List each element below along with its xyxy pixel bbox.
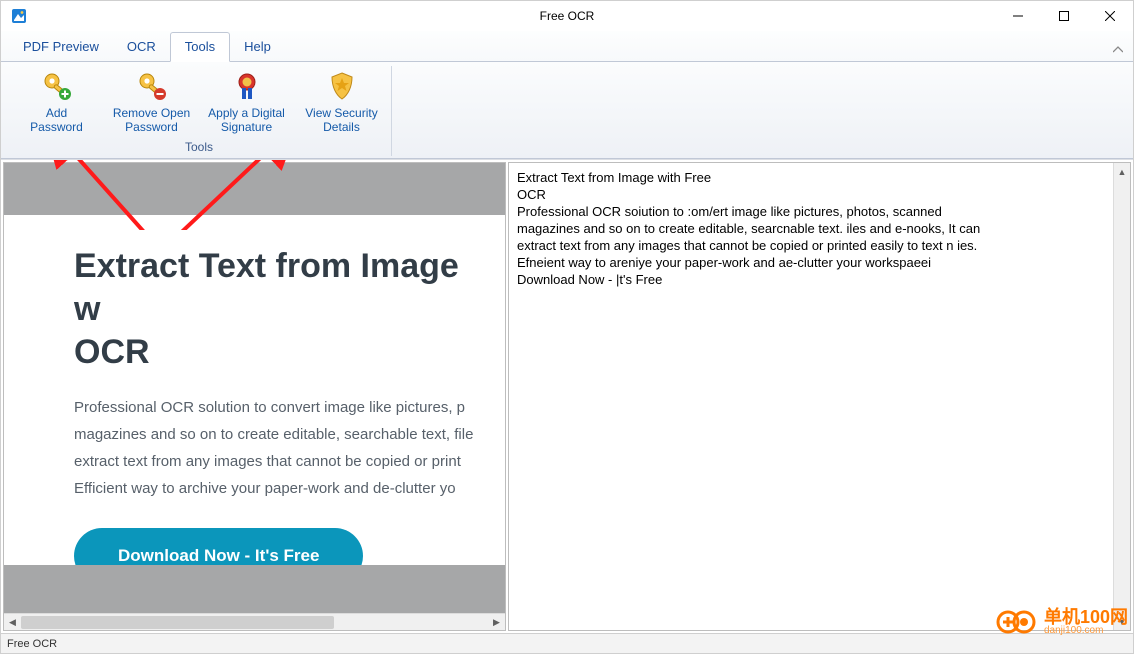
maximize-button[interactable] bbox=[1041, 1, 1087, 31]
content-area: Extract Text from Image wOCR Professiona… bbox=[1, 159, 1133, 633]
add-password-label-2: Password bbox=[30, 120, 83, 134]
remove-open-password-button[interactable]: Remove OpenPassword bbox=[104, 66, 199, 138]
preview-heading: Extract Text from Image wOCR bbox=[74, 245, 485, 374]
ribbon-tools: AddPassword Remove OpenPassword bbox=[1, 62, 1133, 159]
apply-digital-signature-button[interactable]: Apply a DigitalSignature bbox=[199, 66, 294, 138]
scroll-up-icon[interactable]: ▲ bbox=[1114, 163, 1131, 180]
output-vertical-scrollbar[interactable]: ▲ ▼ bbox=[1113, 163, 1130, 630]
window-title: Free OCR bbox=[1, 9, 1133, 23]
scroll-down-icon[interactable]: ▼ bbox=[1114, 613, 1131, 630]
menu-pdf-preview[interactable]: PDF Preview bbox=[9, 33, 113, 61]
ocr-output-pane: Extract Text from Image with Free OCR Pr… bbox=[508, 162, 1131, 631]
menu-help[interactable]: Help bbox=[230, 33, 285, 61]
scroll-right-icon[interactable]: ▶ bbox=[488, 614, 505, 631]
security-badge-icon bbox=[326, 70, 358, 102]
remove-password-label-1: Remove Open bbox=[113, 106, 190, 120]
app-window: Free OCR PDF Preview OCR Tools Help bbox=[0, 0, 1134, 654]
title-bar: Free OCR bbox=[1, 1, 1133, 31]
scroll-left-icon[interactable]: ◀ bbox=[4, 614, 21, 631]
view-security-label-2: Details bbox=[323, 120, 360, 134]
menu-tools[interactable]: Tools bbox=[170, 32, 230, 62]
minimize-button[interactable] bbox=[995, 1, 1041, 31]
ribbon-group-tools: AddPassword Remove OpenPassword bbox=[7, 66, 392, 156]
remove-password-label-2: Password bbox=[125, 120, 178, 134]
preview-page: Extract Text from Image wOCR Professiona… bbox=[4, 215, 505, 565]
ribbon-group-label: Tools bbox=[185, 138, 213, 156]
pdf-preview-pane: Extract Text from Image wOCR Professiona… bbox=[3, 162, 506, 631]
download-now-button[interactable]: Download Now - It's Free bbox=[74, 528, 363, 565]
key-add-icon bbox=[41, 70, 73, 102]
status-text: Free OCR bbox=[7, 638, 57, 650]
apply-signature-label-2: Signature bbox=[221, 120, 272, 134]
view-security-label-1: View Security bbox=[305, 106, 377, 120]
add-password-button[interactable]: AddPassword bbox=[9, 66, 104, 138]
view-security-details-button[interactable]: View SecurityDetails bbox=[294, 66, 389, 138]
ribbon-seal-icon bbox=[231, 70, 263, 102]
app-icon bbox=[11, 8, 27, 24]
menu-ocr[interactable]: OCR bbox=[113, 33, 170, 61]
collapse-ribbon-icon[interactable] bbox=[1103, 41, 1133, 61]
scroll-thumb[interactable] bbox=[21, 616, 334, 629]
status-bar: Free OCR bbox=[1, 633, 1133, 653]
ocr-output-text[interactable]: Extract Text from Image with Free OCR Pr… bbox=[509, 163, 1113, 630]
apply-signature-label-1: Apply a Digital bbox=[208, 106, 285, 120]
preview-gutter-bottom bbox=[4, 565, 505, 613]
menu-bar: PDF Preview OCR Tools Help bbox=[1, 31, 1133, 62]
close-button[interactable] bbox=[1087, 1, 1133, 31]
add-password-label-1: Add bbox=[46, 106, 67, 120]
preview-gutter-top bbox=[4, 163, 505, 215]
preview-paragraph: Professional OCR solution to convert ima… bbox=[74, 394, 485, 502]
window-controls bbox=[995, 1, 1133, 31]
preview-horizontal-scrollbar[interactable]: ◀ ▶ bbox=[4, 613, 505, 630]
key-remove-icon bbox=[136, 70, 168, 102]
